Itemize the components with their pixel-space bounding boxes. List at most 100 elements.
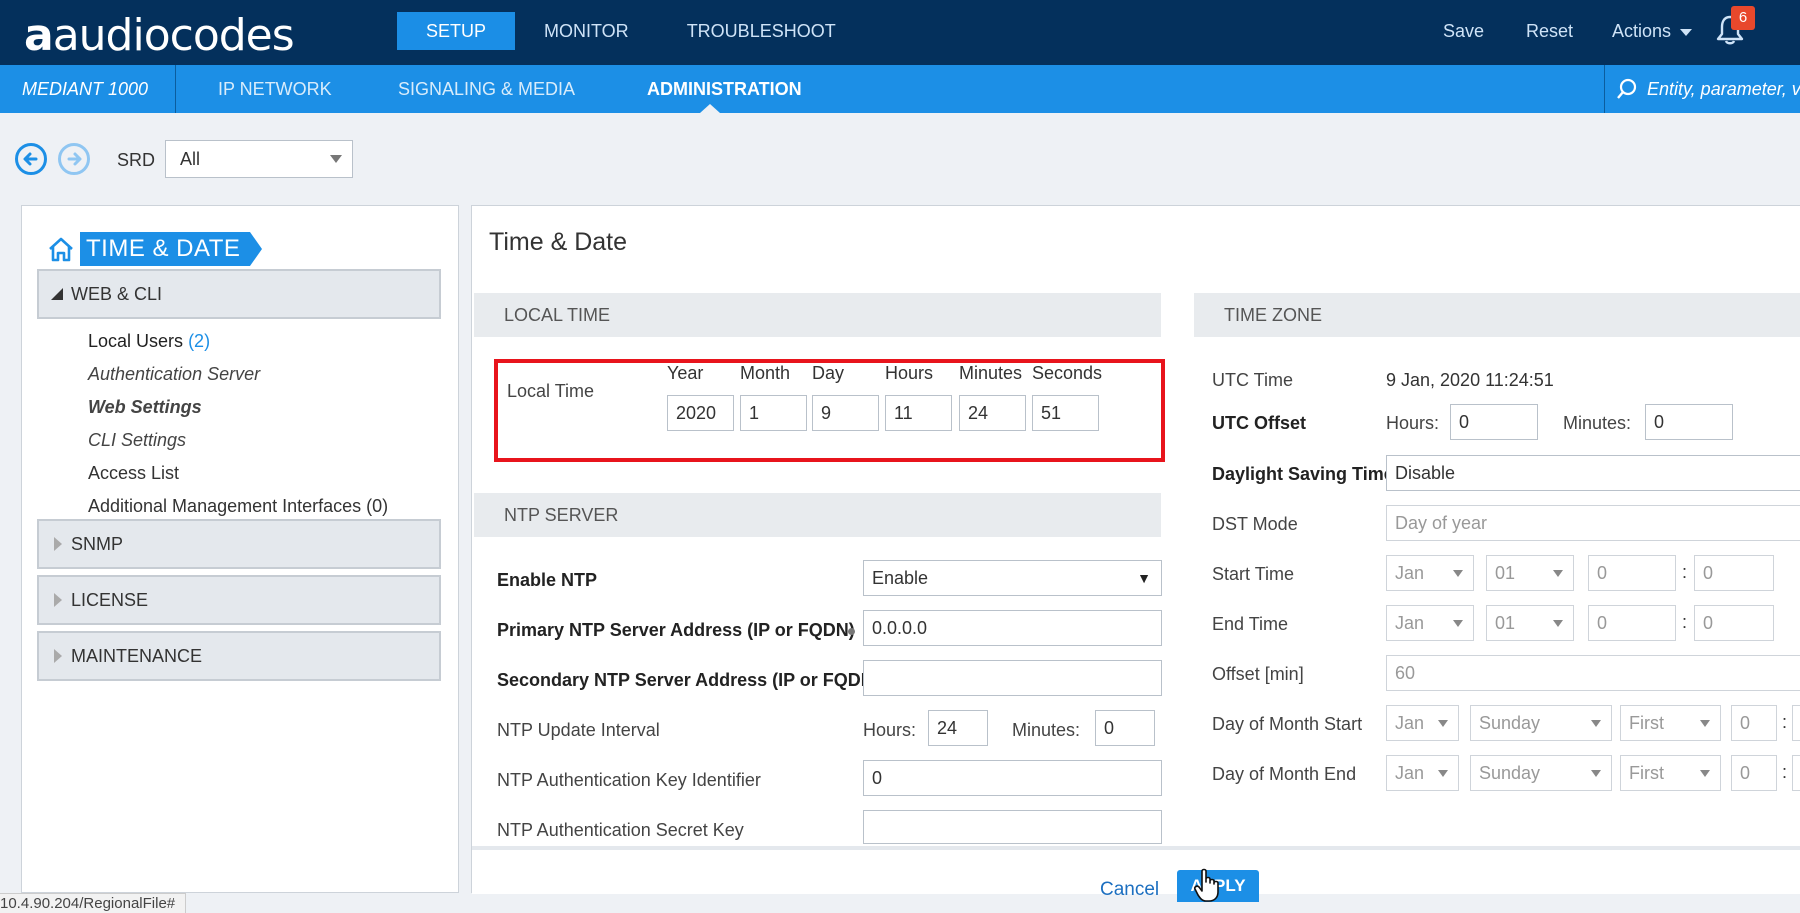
dst-mode-label: DST Mode	[1212, 514, 1298, 534]
dom-end-weekday-select[interactable]: Sunday	[1470, 755, 1612, 791]
dom-end-week-select[interactable]: First	[1620, 755, 1721, 791]
chevron-down-icon	[1438, 720, 1448, 727]
year-input[interactable]: 2020	[667, 395, 734, 431]
day-input[interactable]: 9	[812, 395, 879, 431]
end-month-select[interactable]: Jan	[1386, 605, 1474, 641]
actions-menu[interactable]: Actions	[1612, 12, 1693, 50]
reset-button[interactable]: Reset	[1526, 12, 1573, 50]
enable-ntp-select[interactable]: Enable ▼	[863, 560, 1162, 596]
hand-cursor-icon	[1194, 868, 1219, 902]
minutes-input[interactable]: 24	[959, 395, 1026, 431]
primary-ntp-input[interactable]: 0.0.0.0	[863, 610, 1162, 646]
local-time-label: Local Time	[507, 381, 595, 401]
dst-mode-select[interactable]: Day of year	[1386, 505, 1800, 541]
ntp-server-header: NTP SERVER	[474, 493, 1161, 537]
secondary-ntp-label: Secondary NTP Server Address (IP or FQDN…	[497, 670, 880, 690]
search-icon	[1617, 78, 1637, 99]
chevron-down-icon	[1680, 28, 1693, 36]
end-hour-input[interactable]: 0	[1588, 605, 1676, 641]
dom-start-month-select[interactable]: Jan	[1386, 705, 1459, 741]
notification-badge: 6	[1731, 6, 1755, 30]
start-hour-input[interactable]: 0	[1588, 555, 1676, 591]
dom-end-minute-input[interactable]	[1792, 755, 1800, 791]
expanded-triangle-icon	[51, 288, 63, 300]
dom-end-hour-input[interactable]: 0	[1731, 755, 1777, 791]
dom-start-weekday-select[interactable]: Sunday	[1470, 705, 1612, 741]
cancel-button[interactable]: Cancel	[1100, 879, 1159, 901]
top-bar: aaudiocodes SETUP MONITOR TROUBLESHOOT S…	[0, 0, 1800, 65]
dom-end-week-value: First	[1629, 763, 1664, 783]
srd-select[interactable]: All	[165, 140, 353, 178]
utc-hours-label: Hours:	[1386, 413, 1440, 433]
dst-label: Daylight Saving Time	[1212, 464, 1394, 484]
seconds-input[interactable]: 51	[1032, 395, 1099, 431]
device-name[interactable]: MEDIANT 1000	[0, 65, 176, 113]
search-input[interactable]	[1647, 65, 1800, 113]
utc-time-label: UTC Time	[1212, 370, 1293, 390]
hours-input[interactable]: 11	[885, 395, 952, 431]
sidebar-item-label: Local Users	[88, 331, 184, 351]
dom-start-minute-input[interactable]	[1792, 705, 1800, 741]
section-snmp[interactable]: SNMP	[37, 519, 441, 569]
back-arrow-icon[interactable]	[15, 143, 47, 175]
tab-monitor[interactable]: MONITOR	[515, 12, 658, 50]
utc-hours-input[interactable]: 0	[1450, 404, 1538, 440]
sidebar-item-local-users[interactable]: Local Users (2)	[88, 331, 210, 352]
ntp-key-id-label: NTP Authentication Key Identifier	[497, 770, 761, 790]
section-license[interactable]: LICENSE	[37, 575, 441, 625]
status-url: 10.4.90.204/RegionalFile#	[0, 893, 187, 913]
main-panel: Time & Date LOCAL TIME Local Time Year M…	[471, 205, 1800, 902]
subtab-signaling-media[interactable]: SIGNALING & MEDIA	[398, 65, 575, 113]
home-icon[interactable]	[46, 234, 76, 264]
ntp-key-id-input[interactable]: 0	[863, 760, 1162, 796]
end-time-label: End Time	[1212, 614, 1289, 634]
sidebar-item-count: (2)	[188, 331, 211, 351]
sidebar-item-authentication-server[interactable]: Authentication Server	[88, 364, 260, 385]
ntp-secret-input[interactable]	[863, 810, 1162, 844]
dom-start-label: Day of Month Start	[1212, 714, 1363, 734]
dom-start-week-select[interactable]: First	[1620, 705, 1721, 741]
end-minute-input[interactable]: 0	[1694, 605, 1774, 641]
sidebar-item-cli-settings[interactable]: CLI Settings	[88, 430, 186, 451]
utc-minutes-input[interactable]: 0	[1645, 404, 1733, 440]
start-month-select[interactable]: Jan	[1386, 555, 1474, 591]
subtab-administration[interactable]: ADMINISTRATION	[647, 65, 802, 113]
end-month-value: Jan	[1395, 613, 1425, 633]
start-time-label: Start Time	[1212, 564, 1295, 584]
month-input[interactable]: 1	[740, 395, 807, 431]
month-header: Month	[740, 363, 791, 383]
tab-troubleshoot[interactable]: TROUBLESHOOT	[658, 12, 865, 50]
start-minute-input[interactable]: 0	[1694, 555, 1774, 591]
top-nav: SETUP MONITOR TROUBLESHOOT	[397, 12, 865, 50]
offset-input[interactable]: 60	[1386, 655, 1800, 691]
tab-setup[interactable]: SETUP	[397, 12, 516, 50]
secondary-ntp-input[interactable]	[863, 660, 1162, 696]
section-label: MAINTENANCE	[71, 646, 203, 666]
save-button[interactable]: Save	[1443, 12, 1484, 50]
subtab-ip-network[interactable]: IP NETWORK	[218, 65, 332, 113]
sidebar-item-access-list[interactable]: Access List	[88, 463, 179, 484]
time-separator: :	[1782, 762, 1788, 782]
dst-select[interactable]: Disable	[1386, 455, 1800, 491]
form-footer: Cancel APPLY	[472, 846, 1800, 902]
breadcrumb: TIME & DATE	[46, 232, 263, 266]
chevron-down-icon	[1553, 620, 1563, 627]
section-web-cli[interactable]: WEB & CLI	[37, 269, 441, 319]
section-label: LICENSE	[71, 590, 149, 610]
ntp-hours-label: Hours:	[863, 720, 917, 740]
end-day-select[interactable]: 01	[1486, 605, 1574, 641]
sidebar-item-web-settings[interactable]: Web Settings	[88, 397, 202, 418]
left-nav-panel: TIME & DATE WEB & CLI Local Users (2) Au…	[21, 205, 459, 893]
forward-arrow-icon[interactable]	[58, 143, 90, 175]
ntp-hours-input[interactable]: 24	[928, 710, 988, 746]
section-label: SNMP	[71, 534, 124, 554]
start-day-select[interactable]: 01	[1486, 555, 1574, 591]
chevron-down-icon	[1453, 570, 1463, 577]
ntp-minutes-input[interactable]: 0	[1095, 710, 1155, 746]
dom-end-month-select[interactable]: Jan	[1386, 755, 1459, 791]
sidebar-item-additional-mgmt[interactable]: Additional Management Interfaces (0)	[88, 496, 388, 517]
dom-start-hour-input[interactable]: 0	[1731, 705, 1777, 741]
primary-ntp-label: Primary NTP Server Address (IP or FQDN)	[497, 620, 855, 640]
section-maintenance[interactable]: MAINTENANCE	[37, 631, 441, 681]
hours-header: Hours	[885, 363, 934, 383]
